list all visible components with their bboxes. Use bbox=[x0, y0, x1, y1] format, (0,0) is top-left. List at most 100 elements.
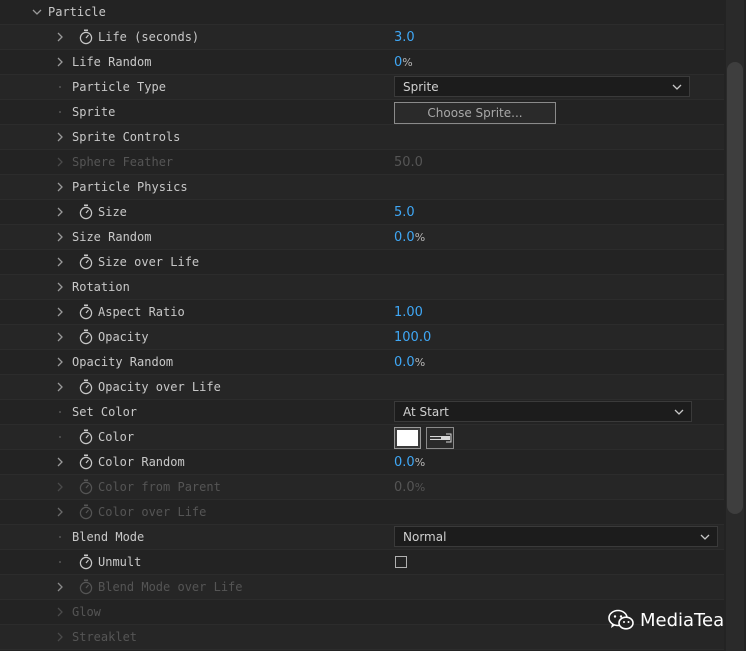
property-color-random[interactable]: Color Random 0.0% bbox=[0, 450, 724, 475]
property-value[interactable]: 0.0% bbox=[394, 455, 425, 470]
property-label: Life (seconds) bbox=[98, 30, 200, 44]
bullet-dot bbox=[59, 411, 61, 413]
stopwatch-icon[interactable] bbox=[79, 204, 93, 220]
property-value[interactable]: 0.0% bbox=[394, 230, 425, 245]
property-label: Size over Life bbox=[98, 255, 200, 269]
bullet-dot bbox=[59, 561, 61, 563]
property-blend-mode: Blend Mode Normal bbox=[0, 525, 724, 550]
property-opacity[interactable]: Opacity 100.0 bbox=[0, 325, 724, 350]
chevron-right-icon bbox=[55, 581, 65, 593]
chevron-right-icon[interactable] bbox=[55, 331, 65, 343]
property-value[interactable]: 0.0% bbox=[394, 355, 425, 370]
set-color-dropdown[interactable]: At Start bbox=[394, 401, 692, 422]
scrollbar-thumb[interactable] bbox=[727, 62, 743, 514]
property-label: Aspect Ratio bbox=[98, 305, 185, 319]
chevron-down-icon[interactable] bbox=[32, 6, 42, 18]
property-size-random[interactable]: Size Random 0.0% bbox=[0, 225, 724, 250]
watermark-text: MediaTea bbox=[640, 609, 725, 631]
property-value[interactable]: 5.0 bbox=[394, 205, 415, 220]
chevron-right-icon[interactable] bbox=[55, 381, 65, 393]
chevron-right-icon[interactable] bbox=[55, 206, 65, 218]
property-color-from-parent: Color from Parent 0.0% bbox=[0, 475, 724, 500]
chevron-right-icon[interactable] bbox=[55, 306, 65, 318]
blend-mode-dropdown[interactable]: Normal bbox=[394, 526, 718, 547]
property-label: Sprite bbox=[72, 105, 116, 119]
bullet-dot bbox=[59, 436, 61, 438]
property-value[interactable]: 1.00 bbox=[394, 305, 423, 320]
property-value[interactable]: 3.0 bbox=[394, 30, 415, 45]
eyedropper-button[interactable] bbox=[426, 427, 454, 449]
stopwatch-icon[interactable] bbox=[79, 254, 93, 270]
chevron-right-icon[interactable] bbox=[55, 56, 65, 68]
property-label: Opacity Random bbox=[72, 355, 174, 369]
color-swatch-fill bbox=[397, 430, 418, 446]
stopwatch-icon bbox=[79, 504, 93, 520]
property-unmult: Unmult bbox=[0, 550, 724, 575]
stopwatch-icon[interactable] bbox=[79, 379, 93, 395]
section-particle[interactable]: Particle bbox=[0, 0, 724, 25]
property-opacity-random[interactable]: Opacity Random 0.0% bbox=[0, 350, 724, 375]
stopwatch-icon bbox=[79, 579, 93, 595]
property-particle-physics[interactable]: Particle Physics bbox=[0, 175, 724, 200]
property-label: Particle Type bbox=[72, 80, 166, 94]
property-life-random[interactable]: Life Random 0% bbox=[0, 50, 724, 75]
chevron-right-icon[interactable] bbox=[55, 256, 65, 268]
stopwatch-icon[interactable] bbox=[79, 429, 93, 445]
property-label: Size Random bbox=[72, 230, 152, 244]
property-value: 50.0 bbox=[394, 155, 423, 170]
chevron-right-icon[interactable] bbox=[55, 131, 65, 143]
bullet-dot bbox=[59, 86, 61, 88]
chevron-right-icon[interactable] bbox=[55, 281, 65, 293]
bullet-dot bbox=[59, 111, 61, 113]
property-opacity-over-life[interactable]: Opacity over Life bbox=[0, 375, 724, 400]
property-label: Color bbox=[98, 430, 135, 444]
property-size[interactable]: Size 5.0 bbox=[0, 200, 724, 225]
property-label: Color over Life bbox=[98, 505, 207, 519]
chevron-right-icon[interactable] bbox=[55, 181, 65, 193]
property-life-seconds[interactable]: Life (seconds) 3.0 bbox=[0, 25, 724, 50]
chevron-down-icon bbox=[673, 406, 685, 420]
property-label: Blend Mode bbox=[72, 530, 145, 544]
property-rotation[interactable]: Rotation bbox=[0, 275, 724, 300]
chevron-right-icon[interactable] bbox=[55, 356, 65, 368]
property-label: Set Color bbox=[72, 405, 138, 419]
watermark: MediaTea bbox=[608, 608, 724, 632]
property-label: Sphere Feather bbox=[72, 155, 174, 169]
choose-sprite-button[interactable]: Choose Sprite... bbox=[394, 102, 556, 124]
property-label: Blend Mode over Life bbox=[98, 580, 243, 594]
property-value[interactable]: 0% bbox=[394, 55, 413, 70]
stopwatch-icon[interactable] bbox=[79, 29, 93, 45]
stopwatch-icon[interactable] bbox=[79, 329, 93, 345]
property-sprite: Sprite Choose Sprite... bbox=[0, 100, 724, 125]
dropdown-value: At Start bbox=[403, 405, 449, 419]
stopwatch-icon[interactable] bbox=[79, 454, 93, 470]
property-label: Color Random bbox=[98, 455, 185, 469]
chevron-right-icon bbox=[55, 506, 65, 518]
property-label: Glow bbox=[72, 605, 101, 619]
dropdown-value: Sprite bbox=[403, 80, 439, 94]
color-swatch[interactable] bbox=[394, 427, 421, 449]
property-size-over-life[interactable]: Size over Life bbox=[0, 250, 724, 275]
stopwatch-icon[interactable] bbox=[79, 554, 93, 570]
property-aspect-ratio[interactable]: Aspect Ratio 1.00 bbox=[0, 300, 724, 325]
chevron-right-icon[interactable] bbox=[55, 231, 65, 243]
particle-type-dropdown[interactable]: Sprite bbox=[394, 76, 690, 97]
stopwatch-icon[interactable] bbox=[79, 304, 93, 320]
chevron-down-icon bbox=[671, 81, 683, 95]
property-value[interactable]: 100.0 bbox=[394, 330, 431, 345]
chevron-right-icon bbox=[55, 481, 65, 493]
property-label: Size bbox=[98, 205, 127, 219]
chevron-right-icon bbox=[55, 606, 65, 618]
wechat-icon bbox=[608, 609, 634, 630]
property-value: 0.0% bbox=[394, 480, 426, 495]
property-label: Unmult bbox=[98, 555, 142, 569]
chevron-right-icon[interactable] bbox=[55, 31, 65, 43]
property-sprite-controls[interactable]: Sprite Controls bbox=[0, 125, 724, 150]
unmult-checkbox[interactable] bbox=[395, 556, 407, 568]
property-label: Opacity over Life bbox=[98, 380, 221, 394]
property-label: Rotation bbox=[72, 280, 130, 294]
chevron-right-icon[interactable] bbox=[55, 456, 65, 468]
chevron-right-icon bbox=[55, 631, 65, 643]
property-blend-mode-over-life: Blend Mode over Life bbox=[0, 575, 724, 600]
property-sphere-feather: Sphere Feather 50.0 bbox=[0, 150, 724, 175]
